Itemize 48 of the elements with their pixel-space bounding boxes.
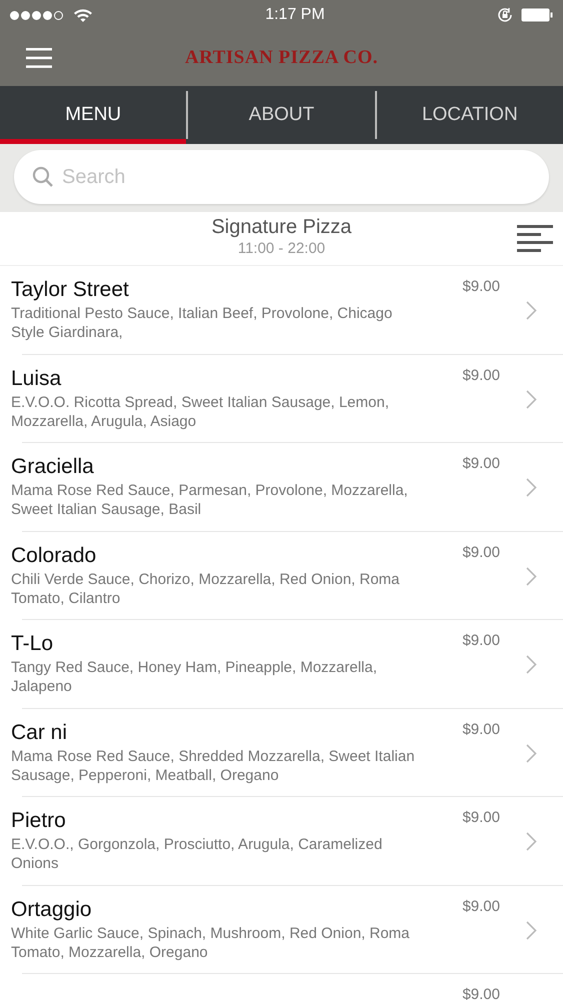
search-field[interactable]: Search [14, 150, 549, 204]
item-price: $9.00 [462, 631, 500, 651]
search-icon [32, 166, 54, 188]
item-description: Chili Verde Sauce, Chorizo, Mozzarella, Red Onion, Roma Tomato, Cilantro [11, 570, 401, 608]
nav-tab[interactable]: LOCATION [376, 86, 563, 144]
chevron-right-icon[interactable] [526, 301, 537, 320]
item-description: Mama Rose Red Sauce, Shredded Mozzarella, Sweet Italian Sausage, Pepperoni, Meatball, Oregano [11, 746, 416, 784]
chevron-right-icon[interactable] [526, 655, 537, 674]
status-time: 1:17 PM [265, 5, 325, 25]
nav-tab[interactable]: ABOUT [188, 86, 375, 144]
item-description: Traditional Pesto Sauce, Italian Beef, Provolone, Chicago Style Giardinara, [11, 304, 394, 342]
item-description: E.V.O.O., Gorgonzola, Prosciutto, Arugula, Caramelized Onions [11, 835, 384, 873]
signal-icon [10, 10, 65, 20]
item-price: $9.00 [462, 366, 500, 386]
chevron-right-icon[interactable] [526, 920, 537, 940]
app-logo: ARTISAN PIZZA CO. [184, 46, 378, 70]
item-price: $9.00 [462, 896, 500, 916]
item-price: $9.00 [462, 542, 500, 562]
chevron-right-icon[interactable] [526, 566, 537, 586]
wifi-icon [73, 8, 93, 22]
item-price: $9.00 [462, 985, 500, 1000]
item-price: $9.00 [462, 720, 500, 740]
rotation-lock-icon [497, 7, 513, 23]
menu-icon[interactable] [26, 47, 52, 69]
chevron-right-icon[interactable] [526, 832, 537, 851]
item-name[interactable]: Pietro [11, 809, 66, 834]
section-title: Signature Pizza [211, 216, 352, 238]
list-icon[interactable] [517, 224, 553, 252]
item-description: Mama Rose Red Sauce, Parmesan, Provolone, Mozzarella, Sweet Italian Sausage, Basil [11, 481, 409, 519]
section-hours: 11:00 - 22:00 [238, 239, 326, 260]
item-name[interactable]: Graciella [11, 455, 94, 480]
chevron-right-icon[interactable] [526, 478, 537, 497]
item-description: Tangy Red Sauce, Honey Ham, Pineapple, Mozzarella, Jalapeno [11, 658, 378, 696]
item-description: White Garlic Sauce, Spinach, Mushroom, Red Onion, Roma Tomato, Mozzarella, Oregano [11, 924, 411, 962]
item-price: $9.00 [462, 808, 500, 828]
item-name[interactable]: Taylor Street [11, 278, 129, 302]
battery-icon [521, 8, 553, 22]
chevron-right-icon[interactable] [526, 744, 537, 762]
nav-tab[interactable]: MENU [0, 86, 186, 144]
item-price: $9.00 [462, 454, 500, 474]
item-name[interactable]: Luisa [11, 366, 62, 391]
item-name[interactable]: Car ni [11, 720, 68, 745]
chevron-right-icon[interactable] [526, 390, 537, 408]
item-name[interactable]: Ortaggio [11, 898, 92, 922]
item-description: E.V.O.O. Ricotta Spread, Sweet Italian Sausage, Lemon, Mozzarella, Arugula, Asiago [11, 392, 390, 430]
item-name[interactable]: Colorado [11, 544, 96, 568]
item-name[interactable]: T-Lo [11, 632, 54, 656]
item-price: $9.00 [462, 277, 500, 297]
